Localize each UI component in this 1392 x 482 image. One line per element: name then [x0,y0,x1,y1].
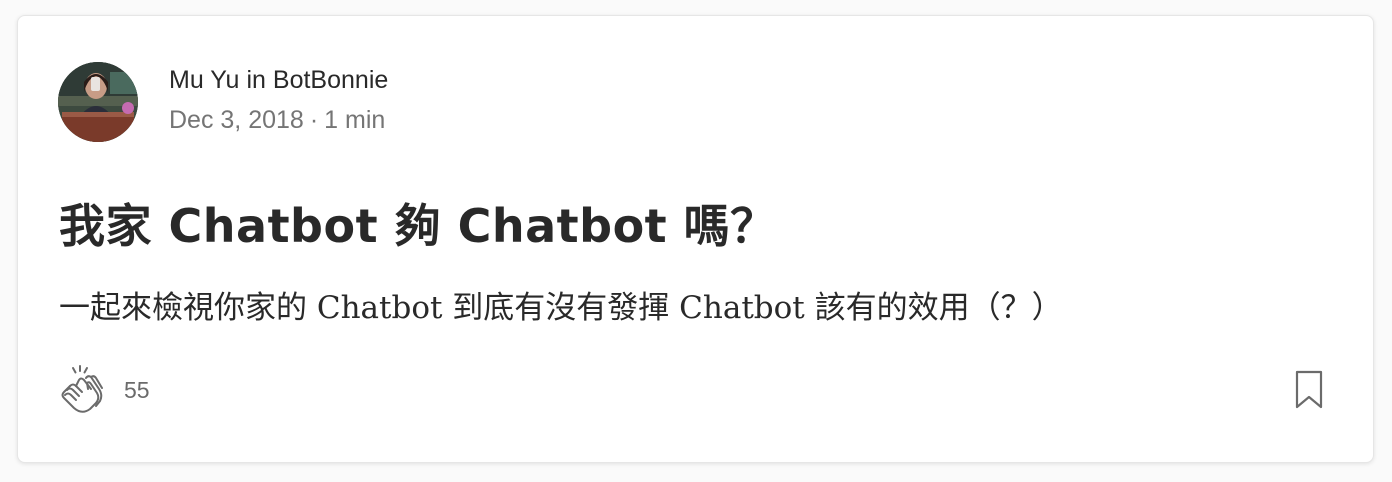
byline: Mu Yu in BotBonnie [169,64,388,96]
publication-name[interactable]: BotBonnie [273,66,388,94]
byline-connector: in [246,66,266,94]
meta-separator: · [309,106,319,134]
clap-icon[interactable] [56,362,112,418]
post-title[interactable]: 我家 Chatbot 夠 Chatbot 嗎？ [59,196,777,256]
bookmark-icon[interactable] [1291,370,1327,410]
page: Mu Yu in BotBonnie Dec 3, 2018 · 1 min 我家 Ch… [0,0,1392,482]
read-time: 1 min [324,106,386,134]
clap-count: 55 [124,377,150,403]
avatar-photo [58,62,138,142]
post-date: Dec 3, 2018 [169,106,304,134]
author-avatar[interactable] [58,62,138,142]
post-subline: Dec 3, 2018 · 1 min [169,104,388,136]
clap-section: 55 [56,362,150,418]
post-subtitle[interactable]: 一起來檢視你家的 Chatbot 到底有沒有發揮 Chatbot 該有的效用（？… [59,288,1063,328]
post-card[interactable]: Mu Yu in BotBonnie Dec 3, 2018 · 1 min 我家 Ch… [17,15,1374,463]
post-meta: Mu Yu in BotBonnie Dec 3, 2018 · 1 min [169,64,388,136]
author-name[interactable]: Mu Yu [169,66,239,94]
